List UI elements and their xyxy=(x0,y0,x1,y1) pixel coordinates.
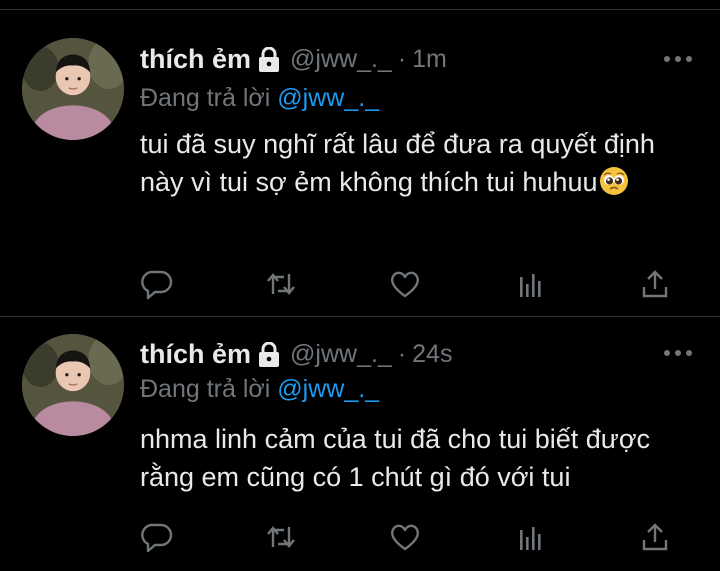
retweet-icon[interactable] xyxy=(264,267,298,301)
separator-dot: · xyxy=(397,45,407,73)
tweet-actions xyxy=(138,267,678,301)
tweet-divider xyxy=(0,316,720,317)
reply-prefix: Đang trả lời xyxy=(140,375,271,403)
timestamp[interactable]: 1m xyxy=(412,45,447,74)
reply-prefix: Đang trả lời xyxy=(140,84,271,112)
lock-icon xyxy=(258,341,280,368)
pleading-face-emoji xyxy=(599,166,629,196)
heart-icon[interactable] xyxy=(388,520,422,554)
analytics-icon[interactable] xyxy=(514,520,548,554)
reply-icon[interactable] xyxy=(140,520,174,554)
tweet-header: thích ẻm @jww_._ · 1m xyxy=(140,44,447,75)
display-name[interactable]: thích ẻm xyxy=(140,44,251,75)
timestamp[interactable]: 24s xyxy=(412,340,452,369)
display-name[interactable]: thích ẻm xyxy=(140,339,251,370)
more-icon[interactable] xyxy=(664,54,692,64)
reply-mention-link[interactable]: @jww_._ xyxy=(277,375,379,403)
avatar-image xyxy=(22,38,124,140)
separator-dot: · xyxy=(397,340,407,368)
reply-icon[interactable] xyxy=(140,267,174,301)
analytics-icon[interactable] xyxy=(514,267,548,301)
reply-mention-link[interactable]: @jww_._ xyxy=(277,84,379,112)
reply-context: Đang trả lời @jww_._ xyxy=(140,375,379,404)
tweet-actions xyxy=(138,520,678,554)
tweet-text: tui đã suy nghĩ rất lâu để đưa ra quyết … xyxy=(140,125,680,201)
tweet-text-content: tui đã suy nghĩ rất lâu để đưa ra quyết … xyxy=(140,129,655,197)
avatar-image xyxy=(22,334,124,436)
avatar[interactable] xyxy=(22,38,124,140)
handle[interactable]: @jww_._ xyxy=(290,340,392,369)
tweet-header: thích ẻm @jww_._ · 24s xyxy=(140,339,452,370)
top-divider xyxy=(0,0,720,10)
more-icon[interactable] xyxy=(664,348,692,358)
share-icon[interactable] xyxy=(638,520,672,554)
avatar[interactable] xyxy=(22,334,124,436)
tweet-text-content: nhma linh cảm của tui đã cho tui biết đư… xyxy=(140,424,651,492)
reply-context: Đang trả lời @jww_._ xyxy=(140,84,379,113)
retweet-icon[interactable] xyxy=(264,520,298,554)
handle[interactable]: @jww_._ xyxy=(290,45,392,74)
tweet-text: nhma linh cảm của tui đã cho tui biết đư… xyxy=(140,420,680,496)
lock-icon xyxy=(258,46,280,73)
share-icon[interactable] xyxy=(638,267,672,301)
heart-icon[interactable] xyxy=(388,267,422,301)
